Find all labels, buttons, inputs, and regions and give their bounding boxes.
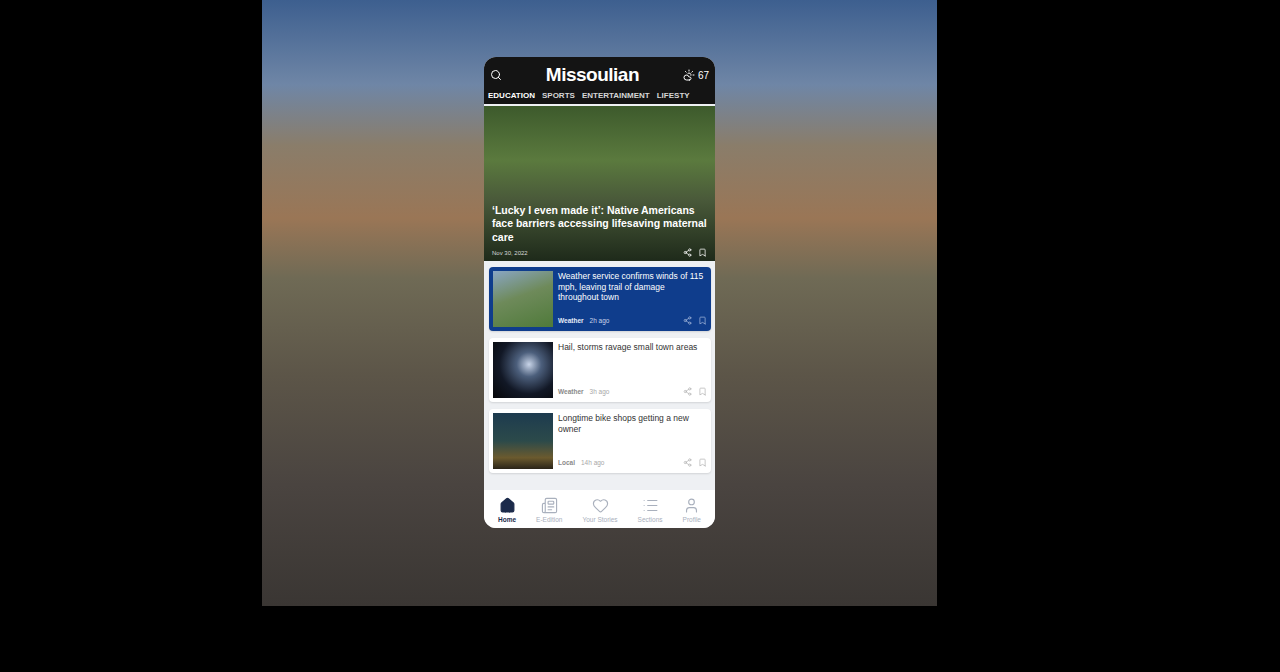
tab-label: Home: [498, 516, 516, 523]
story-actions: [683, 458, 707, 467]
background-photo: Missoulian 67 EDUCATION SPORTS ENTERTAINMENT…: [262, 0, 937, 606]
story-category[interactable]: Weather: [558, 388, 584, 395]
home-icon: [499, 497, 516, 514]
hero-meta: Nov 30, 2022: [492, 244, 707, 257]
story-card[interactable]: Longtime bike shops getting a new owner L…: [489, 409, 711, 473]
nav-item[interactable]: ENTERTAINMENT: [582, 91, 650, 100]
story-card[interactable]: Hail, storms ravage small town areas Weat…: [489, 338, 711, 402]
hero-date: Nov 30, 2022: [492, 250, 528, 256]
tab-item[interactable]: E-Edition: [536, 497, 562, 523]
hero-headline[interactable]: ‘Lucky I even made it’: Native Americans…: [492, 204, 707, 244]
story-title[interactable]: Hail, storms ravage small town areas: [558, 342, 707, 353]
tab-label: E-Edition: [536, 516, 562, 523]
bookmark-icon[interactable]: [698, 248, 707, 257]
story-meta: Weather 2h ago: [558, 316, 707, 327]
temperature: 67: [698, 70, 709, 81]
nav-item[interactable]: LIFESTY: [657, 91, 690, 100]
user-icon: [683, 497, 700, 514]
section-nav: EDUCATION SPORTS ENTERTAINMENT LIFESTY: [488, 87, 711, 100]
story-body: Weather service confirms winds of 115 mp…: [558, 271, 707, 327]
phone-screen: Missoulian 67 EDUCATION SPORTS ENTERTAINMENT…: [484, 57, 715, 528]
tab-label: Sections: [638, 516, 663, 523]
tab-item[interactable]: Home: [498, 497, 516, 523]
story-time: 2h ago: [590, 317, 610, 324]
share-icon[interactable]: [683, 458, 692, 467]
story-meta: Weather 3h ago: [558, 387, 707, 398]
story-title[interactable]: Longtime bike shops getting a new owner: [558, 413, 707, 434]
nav-item[interactable]: SPORTS: [542, 91, 575, 100]
hero-story[interactable]: ‘Lucky I even made it’: Native Americans…: [484, 106, 715, 261]
story-actions: [683, 316, 707, 325]
bookmark-icon[interactable]: [698, 387, 707, 396]
tab-item[interactable]: Sections: [638, 497, 663, 523]
story-info: Local 14h ago: [558, 459, 604, 466]
tab-item[interactable]: Profile: [683, 497, 701, 523]
story-actions: [683, 387, 707, 396]
story-meta: Local 14h ago: [558, 458, 707, 469]
weather[interactable]: 67: [683, 69, 709, 81]
story-info: Weather 2h ago: [558, 317, 609, 324]
story-category[interactable]: Weather: [558, 317, 584, 324]
tab-label: Profile: [683, 516, 701, 523]
tab-label: Your Stories: [582, 516, 617, 523]
top-bar: Missoulian 67: [488, 63, 711, 87]
story-list: Weather service confirms winds of 115 mp…: [484, 261, 715, 490]
share-icon[interactable]: [683, 316, 692, 325]
story-body: Hail, storms ravage small town areas Weat…: [558, 342, 707, 398]
list-icon: [642, 497, 659, 514]
newspaper-icon: [541, 497, 558, 514]
search-icon[interactable]: [490, 69, 502, 81]
app-header: Missoulian 67 EDUCATION SPORTS ENTERTAINMENT…: [484, 57, 715, 104]
story-category[interactable]: Local: [558, 459, 575, 466]
nav-item[interactable]: EDUCATION: [488, 91, 535, 100]
story-info: Weather 3h ago: [558, 388, 609, 395]
story-thumbnail: [493, 342, 553, 398]
story-time: 14h ago: [581, 459, 605, 466]
story-thumbnail: [493, 271, 553, 327]
share-icon[interactable]: [683, 387, 692, 396]
heart-icon: [592, 497, 609, 514]
page: Missoulian 67 EDUCATION SPORTS ENTERTAINMENT…: [0, 0, 1280, 672]
story-thumbnail: [493, 413, 553, 469]
bookmark-icon[interactable]: [698, 458, 707, 467]
story-card[interactable]: Weather service confirms winds of 115 mp…: [489, 267, 711, 331]
story-title[interactable]: Weather service confirms winds of 115 mp…: [558, 271, 707, 303]
hero-actions: [683, 248, 707, 257]
story-time: 3h ago: [590, 388, 610, 395]
weather-icon: [683, 69, 695, 81]
bookmark-icon[interactable]: [698, 316, 707, 325]
tab-item[interactable]: Your Stories: [582, 497, 617, 523]
share-icon[interactable]: [683, 248, 692, 257]
logo[interactable]: Missoulian: [546, 64, 639, 86]
story-body: Longtime bike shops getting a new owner L…: [558, 413, 707, 469]
tab-bar: Home E-Edition Your Stories Sections Profile: [484, 490, 715, 528]
